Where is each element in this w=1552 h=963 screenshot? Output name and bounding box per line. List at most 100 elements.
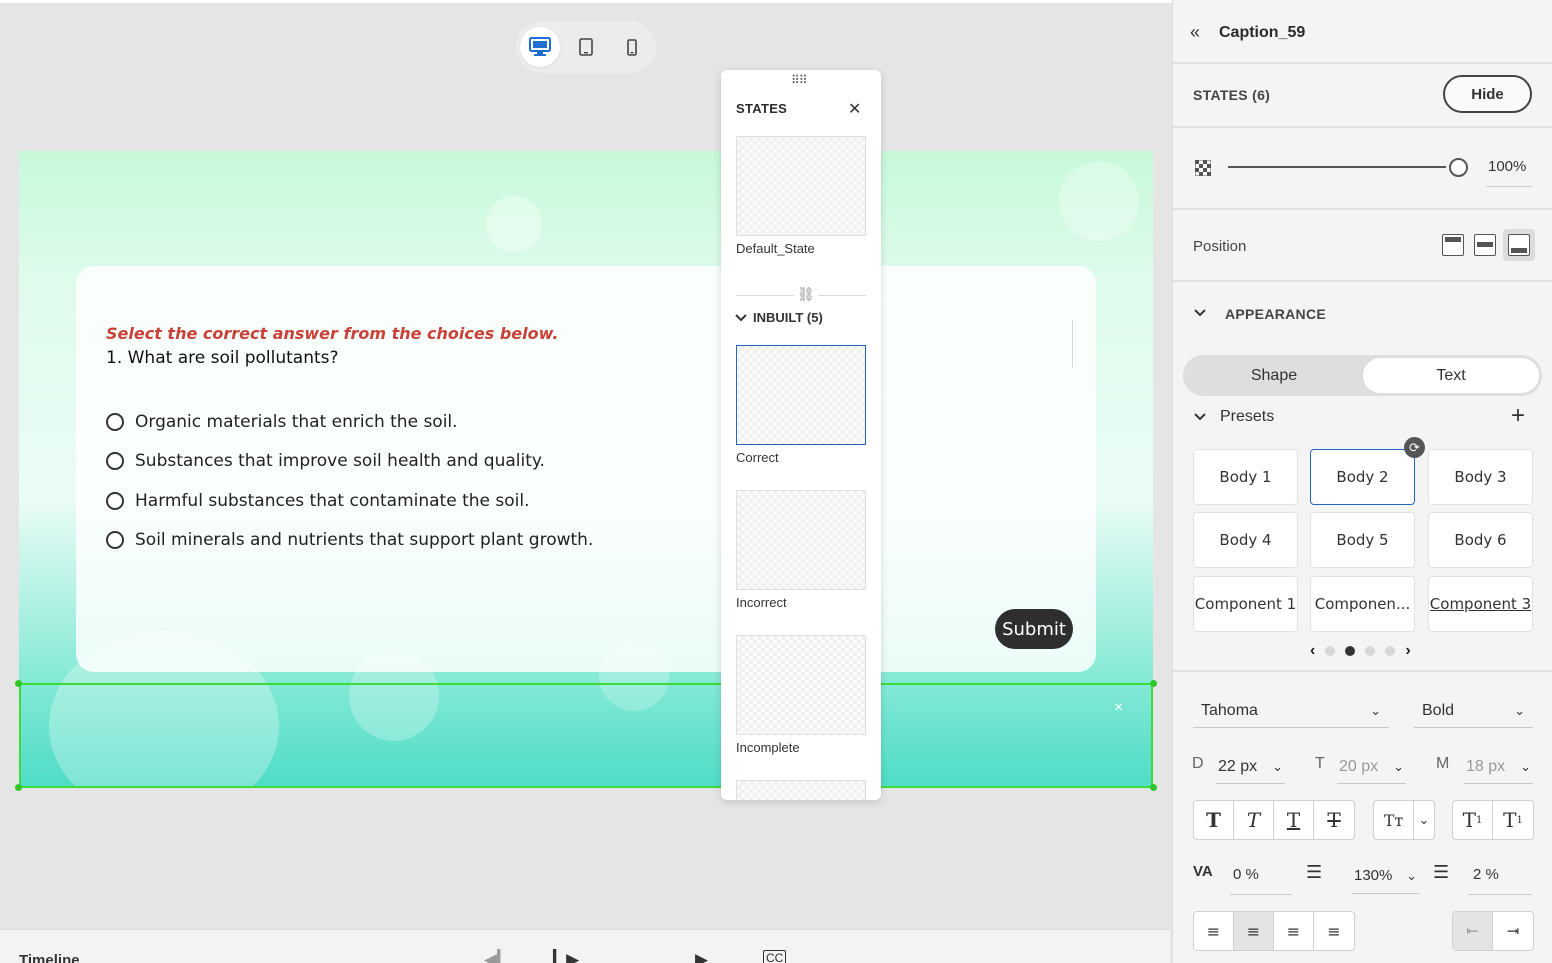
answer-option[interactable]: Substances that improve soil health and …: [106, 442, 593, 482]
line-height-dropdown[interactable]: 130% ⌄: [1352, 858, 1419, 894]
align-bottom-icon[interactable]: [1508, 234, 1530, 256]
preset-component-1[interactable]: Component 1: [1193, 576, 1298, 632]
resize-handle[interactable]: [1150, 784, 1157, 791]
chevron-left-icon[interactable]: ‹: [1310, 642, 1315, 660]
letter-spacing-value[interactable]: 0 %: [1233, 866, 1259, 883]
step-back-icon[interactable]: ◀▎: [484, 950, 510, 963]
tab-shape[interactable]: Shape: [1186, 358, 1362, 393]
states-panel-title: STATES: [736, 101, 788, 116]
radio-button[interactable]: [106, 452, 124, 471]
italic-icon[interactable]: T: [1234, 801, 1274, 839]
desktop-size-label: D: [1192, 755, 1204, 772]
desktop-view-button[interactable]: [520, 27, 560, 67]
preset-body-6[interactable]: Body 6: [1428, 512, 1533, 568]
indent-icon[interactable]: ⇥: [1493, 912, 1533, 950]
preset-body-3[interactable]: Body 3: [1428, 449, 1533, 505]
desktop-size-dropdown[interactable]: 22 px ⌄: [1216, 750, 1285, 784]
subscript-icon[interactable]: T1: [1493, 801, 1533, 839]
radio-button[interactable]: [106, 531, 124, 550]
text-case-icon[interactable]: Tᴛ: [1374, 801, 1414, 839]
close-icon[interactable]: ✕: [848, 99, 861, 119]
closed-captions-icon[interactable]: CC: [763, 950, 787, 963]
text-style-group: T T T T: [1193, 800, 1355, 840]
align-right-icon[interactable]: ≡: [1274, 912, 1314, 950]
position-label: Position: [1193, 238, 1247, 255]
preset-component-3[interactable]: Component 3: [1428, 576, 1533, 632]
drag-grip-icon[interactable]: ⠿⠿: [791, 73, 808, 87]
paragraph-spacing-icon: ☰: [1433, 862, 1450, 882]
field-underline: [1230, 894, 1292, 895]
align-left-icon[interactable]: ≡: [1194, 912, 1234, 950]
selected-caption-box[interactable]: [19, 683, 1153, 788]
chevron-right-icon[interactable]: ›: [1405, 642, 1410, 660]
opacity-slider-track[interactable]: [1228, 166, 1446, 168]
inbuilt-states-header[interactable]: INBUILT (5): [735, 310, 823, 325]
superscript-icon[interactable]: T1: [1453, 801, 1493, 839]
state-thumbnail-incorrect[interactable]: [736, 490, 866, 590]
timeline-bar: Timeline ◀▎ ▎▶ ▶ CC: [0, 929, 1170, 963]
state-label: Correct: [736, 450, 779, 465]
paragraph-spacing-value[interactable]: 2 %: [1473, 866, 1499, 883]
strikethrough-icon[interactable]: T: [1314, 801, 1354, 839]
chevron-down-icon[interactable]: ⌄: [1414, 801, 1434, 839]
pager-dot[interactable]: [1345, 646, 1356, 656]
state-thumbnail-correct[interactable]: [736, 345, 866, 445]
align-middle-icon[interactable]: [1474, 234, 1496, 256]
shape-text-toggle: Shape Text: [1183, 355, 1542, 396]
timeline-label[interactable]: Timeline: [19, 952, 80, 963]
object-name: Caption_59: [1219, 24, 1306, 41]
state-thumbnail-incomplete[interactable]: [736, 635, 866, 735]
field-underline: [1468, 894, 1532, 895]
align-top-icon[interactable]: [1442, 234, 1464, 256]
align-center-icon[interactable]: ≡: [1234, 912, 1274, 950]
text-align-group: ≡ ≡ ≡ ≡: [1193, 911, 1355, 951]
preset-body-5[interactable]: Body 5: [1310, 512, 1415, 568]
opacity-value[interactable]: 100%: [1488, 158, 1526, 175]
state-thumbnail[interactable]: [736, 780, 866, 800]
preset-body-2[interactable]: Body 2: [1310, 449, 1415, 505]
font-family-dropdown[interactable]: Tahoma ⌄: [1193, 694, 1389, 728]
preset-body-1[interactable]: Body 1: [1193, 449, 1298, 505]
step-forward-icon[interactable]: ▎▶: [553, 950, 579, 963]
tablet-size-dropdown[interactable]: 20 px ⌄: [1337, 750, 1406, 784]
collapse-panel-icon[interactable]: «: [1190, 22, 1200, 43]
pager-dot[interactable]: [1365, 646, 1376, 656]
answer-option[interactable]: Organic materials that enrich the soil.: [106, 402, 593, 442]
pager-dot[interactable]: [1385, 646, 1396, 656]
caption-close-icon[interactable]: ×: [1114, 699, 1123, 717]
add-preset-icon[interactable]: +: [1511, 402, 1525, 430]
tablet-icon: [579, 38, 593, 56]
phone-view-button[interactable]: [612, 27, 652, 67]
underline-icon[interactable]: T: [1274, 801, 1314, 839]
answer-option[interactable]: Soil minerals and nutrients that support…: [106, 521, 593, 561]
preset-component-2[interactable]: Componen...: [1310, 576, 1415, 632]
hide-states-button[interactable]: Hide: [1443, 75, 1532, 113]
mobile-size-dropdown[interactable]: 18 px ⌄: [1464, 750, 1533, 784]
appearance-label: APPEARANCE: [1225, 306, 1327, 322]
bokeh-bubble: [1059, 161, 1139, 241]
bold-icon[interactable]: T: [1194, 801, 1234, 839]
tab-text[interactable]: Text: [1363, 358, 1539, 393]
panel-header: « Caption_59: [1173, 0, 1552, 64]
chevron-down-icon: ⌄: [1393, 758, 1404, 774]
play-icon[interactable]: ▶: [695, 950, 708, 963]
submit-button[interactable]: Submit: [995, 609, 1073, 649]
pager-dot[interactable]: [1325, 646, 1336, 656]
radio-button[interactable]: [106, 491, 124, 510]
radio-button[interactable]: [106, 412, 124, 431]
refresh-icon[interactable]: ⟳: [1404, 437, 1425, 458]
preset-body-4[interactable]: Body 4: [1193, 512, 1298, 568]
phone-icon: [627, 38, 637, 56]
tablet-view-button[interactable]: [566, 27, 606, 67]
align-justify-icon[interactable]: ≡: [1314, 912, 1354, 950]
chevron-down-icon[interactable]: [1194, 413, 1206, 421]
opacity-slider-thumb[interactable]: [1449, 158, 1468, 177]
resize-handle[interactable]: [15, 784, 22, 791]
resize-handle[interactable]: [15, 680, 22, 687]
outdent-icon[interactable]: ⇤: [1453, 912, 1493, 950]
chevron-down-icon[interactable]: [1194, 309, 1206, 317]
answer-option[interactable]: Harmful substances that contaminate the …: [106, 481, 593, 521]
resize-handle[interactable]: [1150, 680, 1157, 687]
font-weight-dropdown[interactable]: Bold ⌄: [1414, 694, 1533, 728]
state-thumbnail-default[interactable]: [736, 136, 866, 236]
